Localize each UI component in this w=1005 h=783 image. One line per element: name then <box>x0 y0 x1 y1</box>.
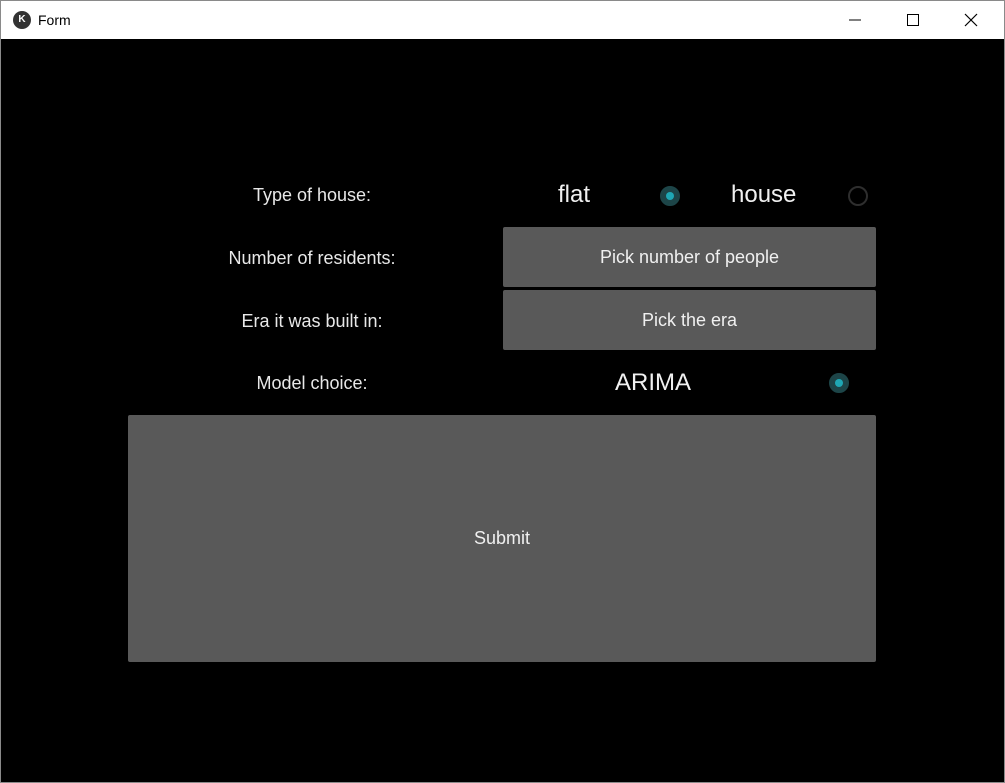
app-logo-icon: K <box>13 11 31 29</box>
window-title: Form <box>38 12 71 28</box>
app-window: K Form Type of house: flat house Number … <box>0 0 1005 783</box>
minimize-button[interactable] <box>827 1 885 39</box>
close-icon <box>964 13 978 27</box>
close-button[interactable] <box>943 1 1001 39</box>
pick-era-button[interactable]: Pick the era <box>503 290 876 350</box>
pick-people-button[interactable]: Pick number of people <box>503 227 876 287</box>
title-bar[interactable]: K Form <box>1 1 1004 39</box>
flat-radio[interactable] <box>660 186 680 206</box>
model-label: Model choice: <box>256 373 368 393</box>
arima-radio[interactable] <box>829 373 849 393</box>
house-type-label: Type of house: <box>252 185 372 205</box>
house-radio[interactable] <box>848 186 868 206</box>
maximize-button[interactable] <box>885 1 943 39</box>
house-option-label[interactable]: house <box>731 181 796 209</box>
era-label: Era it was built in: <box>241 311 383 331</box>
residents-label: Number of residents: <box>228 248 396 268</box>
flat-option-label[interactable]: flat <box>558 181 590 209</box>
maximize-icon <box>907 14 919 26</box>
submit-button[interactable]: Submit <box>128 415 876 662</box>
arima-option-label[interactable]: ARIMA <box>615 369 691 397</box>
form-area: Type of house: flat house Number of resi… <box>1 39 1004 782</box>
minimize-icon <box>849 19 861 21</box>
